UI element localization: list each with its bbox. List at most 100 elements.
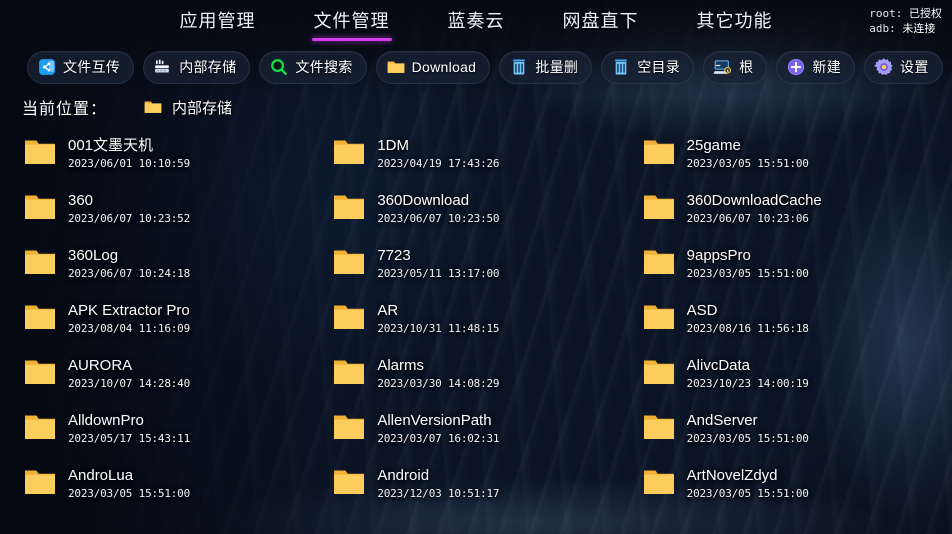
nav-tab-label: 文件管理 [313,10,390,31]
file-list-item[interactable]: AndServer 2023/03/05 15:51:00 [637,405,946,460]
toolbar-button-7[interactable]: 新建 [776,50,856,84]
file-list-item[interactable]: Android 2023/12/03 10:51:17 [327,460,636,515]
file-name: 360DownloadCache [686,192,822,209]
file-date: 2023/05/17 15:43:11 [68,432,191,445]
nav-tab-2[interactable]: 蓝奏云 [446,6,507,41]
gear-icon [874,57,894,77]
trash-icon [611,57,631,77]
file-date: 2023/05/11 13:17:00 [377,267,500,280]
file-name: ArtNovelZdyd [686,467,778,484]
file-name: APK Extractor Pro [68,302,190,319]
file-list-item[interactable]: AR 2023/10/31 11:48:15 [327,295,636,350]
trash-icon [509,57,529,77]
root-status-value: 已授权 [909,7,942,20]
toolbar-button-4[interactable]: 批量删 [499,50,593,84]
file-name: 360Download [377,192,470,209]
nav-tabs: 应用管理 文件管理 蓝奏云 网盘直下 其它功能 [178,6,775,41]
adb-status-key: adb: [869,22,896,35]
file-name: 9appsPro [686,247,751,264]
nav-tab-4[interactable]: 其它功能 [695,6,775,41]
toolbar-button-label: 设置 [900,59,929,75]
toolbar-button-5[interactable]: 空目录 [601,50,695,84]
file-list-item[interactable]: AURORA 2023/10/07 14:28:40 [18,350,327,405]
folder-icon [643,194,675,226]
toolbar-button-6[interactable]: 根 [703,50,768,84]
file-date: 2023/03/30 14:08:29 [377,377,500,390]
toolbar-button-0[interactable]: 文件互传 [27,50,135,84]
nav-tab-label: 其它功能 [696,10,773,31]
file-date: 2023/03/05 15:51:00 [686,432,809,445]
file-list-item[interactable]: 360 2023/06/07 10:23:52 [18,185,327,240]
current-location-bar: 当前位置： 内部存储 [22,92,232,122]
internal-storage-icon [153,57,173,77]
file-list-item[interactable]: 360Download 2023/06/07 10:23:50 [327,185,636,240]
toolbar-button-label: 文件互传 [63,59,121,75]
file-list-item[interactable]: 9appsPro 2023/03/05 15:51:00 [637,240,946,295]
folder-icon [24,469,56,501]
root-status-key: root: [869,7,903,20]
file-list-item[interactable]: 25game 2023/03/05 15:51:00 [637,130,946,185]
folder-icon [643,249,675,281]
file-date: 2023/10/23 14:00:19 [686,377,809,390]
folder-icon [333,414,365,446]
file-list-item[interactable]: 7723 2023/05/11 13:17:00 [327,240,636,295]
toolbar-button-label: 根 [739,59,754,75]
file-date: 2023/03/05 15:51:00 [686,487,809,500]
file-list-item[interactable]: 001文墨天机 2023/06/01 10:10:59 [18,130,327,185]
file-name: AndroLua [68,467,134,484]
file-date: 2023/06/07 10:23:50 [377,212,500,225]
file-list-item[interactable]: AndroLua 2023/03/05 15:51:00 [18,460,327,515]
file-name: AR [377,302,399,319]
file-date: 2023/03/05 15:51:00 [686,267,809,280]
toolbar-button-1[interactable]: 内部存储 [143,50,251,84]
file-list-item[interactable]: APK Extractor Pro 2023/08/04 11:16:09 [18,295,327,350]
file-date: 2023/08/04 11:16:09 [68,322,191,335]
file-list-item[interactable]: ArtNovelZdyd 2023/03/05 15:51:00 [637,460,946,515]
current-location-name: 内部存储 [172,99,233,117]
nav-tab-0[interactable]: 应用管理 [178,6,258,41]
file-list-item[interactable]: AlldownPro 2023/05/17 15:43:11 [18,405,327,460]
file-list-item[interactable]: 360Log 2023/06/07 10:24:18 [18,240,327,295]
file-list-item[interactable]: AllenVersionPath 2023/03/07 16:02:31 [327,405,636,460]
file-date: 2023/04/19 17:43:26 [377,157,500,170]
toolbar-button-2[interactable]: 文件搜索 [259,50,367,84]
file-date: 2023/03/05 15:51:00 [686,157,809,170]
share-files-icon [37,57,57,77]
folder-icon [643,469,675,501]
file-list-grid[interactable]: 001文墨天机 2023/06/01 10:10:59 1DM 2023/04/19 … [0,130,952,528]
plus-circle-icon [786,57,806,77]
file-name: 7723 [377,247,411,264]
adb-status-value: 未连接 [902,22,936,35]
status-indicator: root: 已授权 adb: 未连接 [869,6,942,36]
folder-icon [333,304,365,336]
file-manager-app: 应用管理 文件管理 蓝奏云 网盘直下 其它功能 root: 已授权 adb: 未连接 文… [0,0,952,534]
file-date: 2023/03/05 15:51:00 [68,487,191,500]
toolbar-button-3[interactable]: Download [375,50,491,84]
file-date: 2023/10/31 11:48:15 [377,322,500,335]
toolbar-button-8[interactable]: 设置 [864,50,943,84]
file-name: 001文墨天机 [68,137,154,154]
search-icon [269,57,289,77]
folder-icon [333,359,365,391]
folder-icon [24,304,56,336]
file-name: Alarms [377,357,424,374]
file-list-item[interactable]: Alarms 2023/03/30 14:08:29 [327,350,636,405]
folder-icon [643,414,675,446]
file-name: Android [377,467,430,484]
folder-icon [24,194,56,226]
file-name: 1DM [377,137,409,154]
file-list-item[interactable]: 1DM 2023/04/19 17:43:26 [327,130,636,185]
nav-tab-3[interactable]: 网盘直下 [561,6,641,41]
current-location-label: 当前位置： [22,101,108,118]
nav-tab-1[interactable]: 文件管理 [311,6,392,41]
file-date: 2023/06/01 10:10:59 [68,157,191,170]
file-list-item[interactable]: AlivcData 2023/10/23 14:00:19 [637,350,946,405]
toolbar-button-label: Download [411,59,477,75]
toolbar-button-label: 内部存储 [179,59,237,75]
file-list-item[interactable]: ASD 2023/08/16 11:56:18 [637,295,946,350]
action-toolbar: 文件互传 内部存储 文件搜索 Download 批量删 空目录 根 新建 设置 [0,48,952,86]
file-list-item[interactable]: 360DownloadCache 2023/06/07 10:23:06 [637,185,946,240]
current-location-path[interactable]: 内部存储 [143,97,232,118]
nav-tab-label: 蓝奏云 [447,10,505,31]
file-name: ASD [686,302,718,319]
